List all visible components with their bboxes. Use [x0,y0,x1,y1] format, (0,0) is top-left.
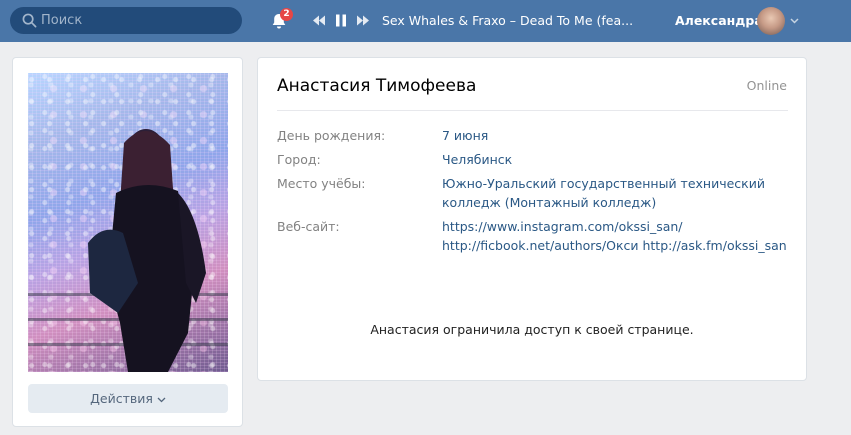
actions-button-label: Действия [90,391,153,406]
top-navigation-bar: Поиск 2 Sex Whales & Fraxo – Dead To Me … [0,0,851,42]
pause-icon[interactable] [335,14,347,27]
profile-name: Анастасия Тимофеева [277,76,477,96]
education-label: Место учёбы: [277,176,366,191]
chevron-down-icon[interactable] [790,18,799,24]
actions-button[interactable]: Действия [28,384,228,413]
website-link-line1[interactable]: https://www.instagram.com/okssi_san/ [442,218,787,236]
education-value-line2[interactable]: колледж (Монтажный колледж) [442,194,787,212]
search-icon [22,13,37,28]
next-track-icon[interactable] [356,14,370,27]
city-value[interactable]: Челябинск [442,151,787,169]
birthday-value[interactable]: 7 июня [442,127,787,145]
player-track-title[interactable]: Sex Whales & Fraxo – Dead To Me (fea... [382,13,633,29]
profile-photo[interactable] [28,73,228,372]
chevron-down-icon [157,397,166,402]
divider [277,110,788,111]
user-avatar[interactable] [757,7,785,35]
restricted-access-notice: Анастасия ограничила доступ к своей стра… [370,322,694,337]
profile-info-card: Анастасия Тимофеева Online День рождения… [257,57,807,381]
notifications-badge: 2 [280,8,293,21]
user-name[interactable]: Александра [675,12,763,29]
previous-track-icon[interactable] [312,14,326,27]
city-label: Город: [277,152,321,167]
online-status: Online [746,78,787,93]
education-value-line1[interactable]: Южно-Уральский государственный техническ… [442,175,787,193]
website-label: Веб-сайт: [277,219,340,234]
profile-photo-card: Действия [12,57,243,427]
website-link-line2[interactable]: http://ficbook.net/authors/Окси http://a… [442,237,787,255]
person-silhouette [88,129,206,372]
search-placeholder: Поиск [41,13,83,28]
birthday-label: День рождения: [277,128,386,143]
search-box[interactable]: Поиск [10,7,242,34]
